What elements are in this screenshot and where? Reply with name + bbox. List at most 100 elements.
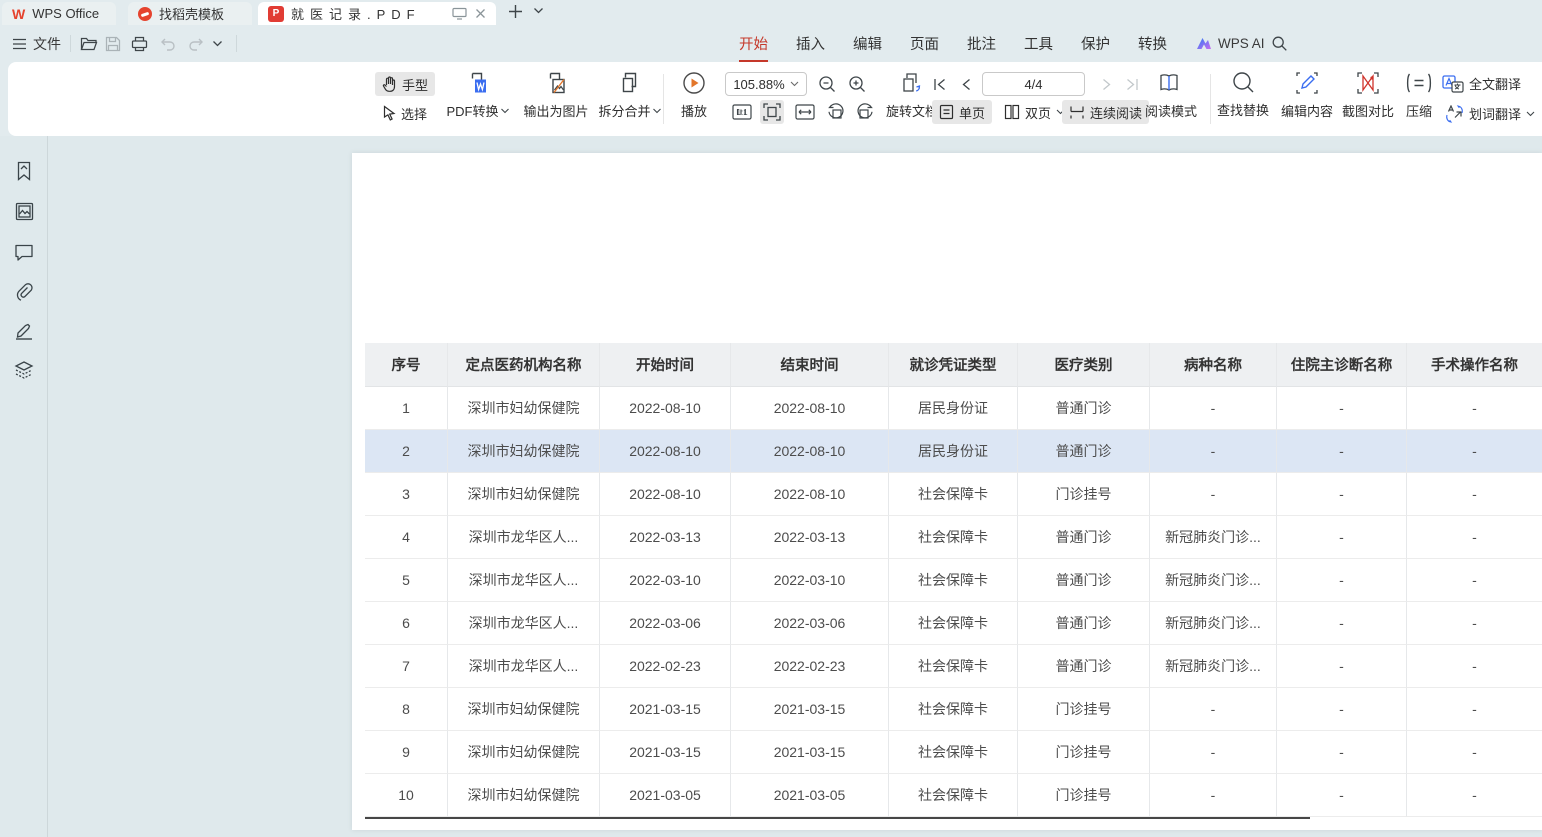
undo-button[interactable] xyxy=(160,25,177,62)
table-cell: 3 xyxy=(365,473,448,516)
table-cell: 门诊挂号 xyxy=(1018,473,1150,516)
table-cell: - xyxy=(1407,559,1542,602)
fit-width-button[interactable] xyxy=(793,100,817,124)
last-page-button[interactable] xyxy=(1120,72,1144,96)
table-row: 1深圳市妇幼保健院2022-08-102022-08-10居民身份证普通门诊--… xyxy=(365,387,1542,430)
table-cell: 深圳市妇幼保健院 xyxy=(448,473,600,516)
table-cell: - xyxy=(1277,473,1407,516)
full-translate-button[interactable]: 全文翻译 xyxy=(1442,74,1521,93)
screenshot-compare-button[interactable]: 截图对比 xyxy=(1342,70,1394,120)
export-image-icon xyxy=(543,70,569,96)
edit-content-button[interactable]: 编辑内容 xyxy=(1281,70,1333,120)
table-header-cell: 就诊凭证类型 xyxy=(889,343,1018,387)
rotate-left-button[interactable] xyxy=(823,100,847,124)
read-mode-button[interactable]: 阅读模式 xyxy=(1145,70,1197,120)
pdf-page[interactable]: 序号定点医药机构名称开始时间结束时间就诊凭证类型医疗类别病种名称住院主诊断名称手… xyxy=(352,153,1542,830)
previous-page-button[interactable] xyxy=(954,72,978,96)
new-tab-button[interactable] xyxy=(507,3,524,20)
bookmarks-panel-button[interactable] xyxy=(13,160,35,182)
fit-page-button[interactable] xyxy=(760,100,784,124)
next-page-button[interactable] xyxy=(1095,72,1119,96)
divider xyxy=(236,35,237,52)
find-replace-button[interactable]: 查找替换 xyxy=(1217,70,1269,119)
redo-button[interactable] xyxy=(187,25,204,62)
table-row: 2深圳市妇幼保健院2022-08-102022-08-10居民身份证普通门诊--… xyxy=(365,430,1542,473)
table-cell: - xyxy=(1277,731,1407,774)
zoom-value: 105.88% xyxy=(733,77,784,92)
double-page-button[interactable]: 双页 xyxy=(997,100,1072,124)
close-tab-icon[interactable] xyxy=(475,8,486,19)
hand-tool-button[interactable]: 手型 xyxy=(375,72,435,96)
table-cell: 居民身份证 xyxy=(889,387,1018,430)
table-cell: 9 xyxy=(365,731,448,774)
bookmark-icon xyxy=(15,161,33,181)
tab-list-chevron-icon[interactable] xyxy=(533,7,544,15)
open-file-button[interactable] xyxy=(80,25,98,62)
actual-size-button[interactable]: 1:1 xyxy=(730,100,754,124)
table-cell: - xyxy=(1277,602,1407,645)
full-translate-label: 全文翻译 xyxy=(1469,74,1521,93)
print-button[interactable] xyxy=(131,25,148,62)
save-button[interactable] xyxy=(105,25,121,62)
export-image-button[interactable]: 输出为图片 xyxy=(523,70,588,120)
menu-protect[interactable]: 保护 xyxy=(1081,33,1110,54)
tab-document[interactable]: P 就医记录.PDF xyxy=(258,2,496,25)
zoom-out-button[interactable] xyxy=(815,72,839,96)
ribbon-menus: 开始 插入 编辑 页面 批注 工具 保护 转换 xyxy=(739,25,1167,62)
table-cell: 2022-08-10 xyxy=(731,430,889,473)
rotate-right-button[interactable] xyxy=(853,100,877,124)
undo-redo-chevron-icon[interactable] xyxy=(212,25,223,62)
table-cell: 普通门诊 xyxy=(1018,645,1150,688)
thumbnails-panel-button[interactable] xyxy=(13,200,35,222)
continuous-reading-label: 连续阅读 xyxy=(1090,103,1142,122)
table-header-cell: 开始时间 xyxy=(600,343,731,387)
word-translate-icon xyxy=(1445,105,1464,123)
table-cell: 普通门诊 xyxy=(1018,430,1150,473)
table-cell: 新冠肺炎门诊... xyxy=(1150,559,1277,602)
signature-panel-button[interactable] xyxy=(13,319,35,341)
sidebar-rail xyxy=(0,136,48,837)
table-cell: 2021-03-15 xyxy=(600,688,731,731)
word-translate-button[interactable]: 划词翻译 xyxy=(1445,104,1535,123)
first-page-button[interactable] xyxy=(928,72,952,96)
menu-tools[interactable]: 工具 xyxy=(1024,33,1053,54)
attachments-panel-button[interactable] xyxy=(13,280,35,302)
svg-text:1:1: 1:1 xyxy=(737,108,749,117)
table-header-row: 序号定点医药机构名称开始时间结束时间就诊凭证类型医疗类别病种名称住院主诊断名称手… xyxy=(365,343,1542,387)
edit-content-icon xyxy=(1294,70,1320,96)
continuous-reading-button[interactable]: 连续阅读 xyxy=(1062,100,1149,124)
rotate-document-icon xyxy=(899,70,925,96)
pdf-convert-button[interactable]: PDF转换 xyxy=(446,70,509,120)
menu-insert[interactable]: 插入 xyxy=(796,33,825,54)
menu-home[interactable]: 开始 xyxy=(739,33,768,54)
menu-search-button[interactable] xyxy=(1271,25,1288,62)
compress-button[interactable]: 压缩 xyxy=(1405,70,1433,120)
zoom-in-button[interactable] xyxy=(845,72,869,96)
table-cell: 居民身份证 xyxy=(889,430,1018,473)
play-button[interactable]: 播放 xyxy=(681,70,707,120)
comments-panel-button[interactable] xyxy=(13,241,35,263)
table-row: 5深圳市龙华区人...2022-03-102022-03-10社会保障卡普通门诊… xyxy=(365,559,1542,602)
menu-convert[interactable]: 转换 xyxy=(1138,33,1167,54)
zoom-level-dropdown[interactable]: 105.88% xyxy=(725,72,807,96)
menu-page[interactable]: 页面 xyxy=(910,33,939,54)
table-cell: 2022-08-10 xyxy=(600,387,731,430)
table-cell: 2022-03-06 xyxy=(731,602,889,645)
toolbar-divider xyxy=(663,74,664,124)
split-merge-button[interactable]: 拆分合并 xyxy=(598,70,661,120)
single-page-button[interactable]: 单页 xyxy=(932,100,992,124)
image-icon xyxy=(15,202,34,221)
menu-edit[interactable]: 编辑 xyxy=(853,33,882,54)
file-menu-button[interactable]: 文件 xyxy=(12,25,61,62)
table-cell: 深圳市龙华区人... xyxy=(448,602,600,645)
select-tool-button[interactable]: 选择 xyxy=(375,101,434,125)
tab-wps-home[interactable]: W WPS Office xyxy=(2,2,116,25)
page-number-input[interactable] xyxy=(982,72,1085,96)
menu-comment[interactable]: 批注 xyxy=(967,33,996,54)
table-cell: - xyxy=(1407,387,1542,430)
present-mode-icon[interactable] xyxy=(452,7,467,20)
wps-ai-button[interactable]: WPS AI xyxy=(1196,25,1265,62)
double-page-icon xyxy=(1004,104,1020,120)
layers-panel-button[interactable] xyxy=(13,359,35,381)
tab-docer-templates[interactable]: 找稻壳模板 xyxy=(128,2,252,25)
